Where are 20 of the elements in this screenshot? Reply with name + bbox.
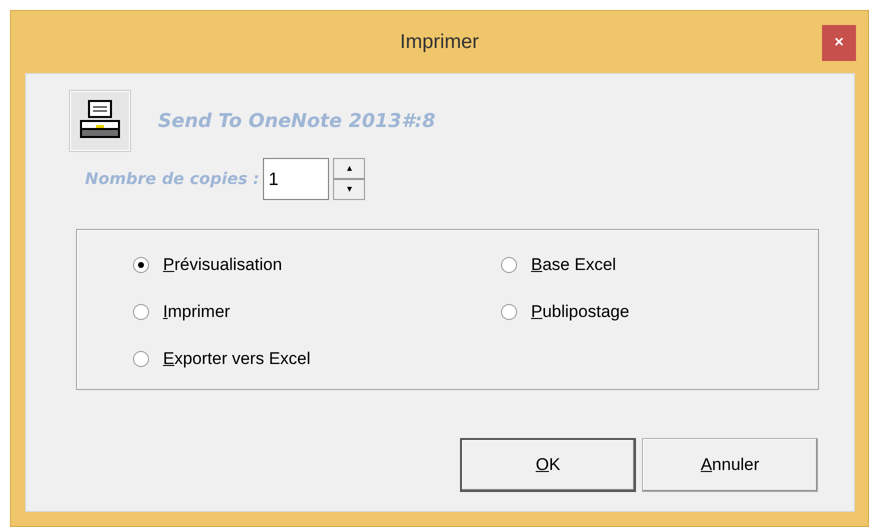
copies-field[interactable]: 1 <box>263 158 330 200</box>
radio-option[interactable]: Base Excel <box>501 241 616 288</box>
spin-up-button[interactable]: ▴ <box>333 158 366 179</box>
printer-icon <box>70 91 130 151</box>
printer-name: Send To OneNote 2013#:8 <box>158 108 436 134</box>
radio-option[interactable]: Exporter vers Excel <box>133 335 310 382</box>
radio-button[interactable] <box>501 304 517 320</box>
dialog-button[interactable]: Annuler <box>642 438 818 492</box>
radio-button[interactable] <box>501 256 517 272</box>
radio-option[interactable]: Imprimer <box>133 288 230 335</box>
radio-button[interactable] <box>133 350 149 366</box>
window-title: Imprimer <box>400 30 479 55</box>
radio-button[interactable] <box>133 256 149 272</box>
radio-option[interactable]: Publipostage <box>501 288 630 335</box>
copies-label: Nombre de copies : <box>85 168 260 190</box>
radio-option[interactable]: Prévisualisation <box>133 241 282 288</box>
spin-down-button[interactable]: ▾ <box>333 179 366 200</box>
close-button[interactable]: × <box>822 25 856 61</box>
dialog-button[interactable]: OK <box>460 438 636 492</box>
radio-button[interactable] <box>133 304 149 320</box>
